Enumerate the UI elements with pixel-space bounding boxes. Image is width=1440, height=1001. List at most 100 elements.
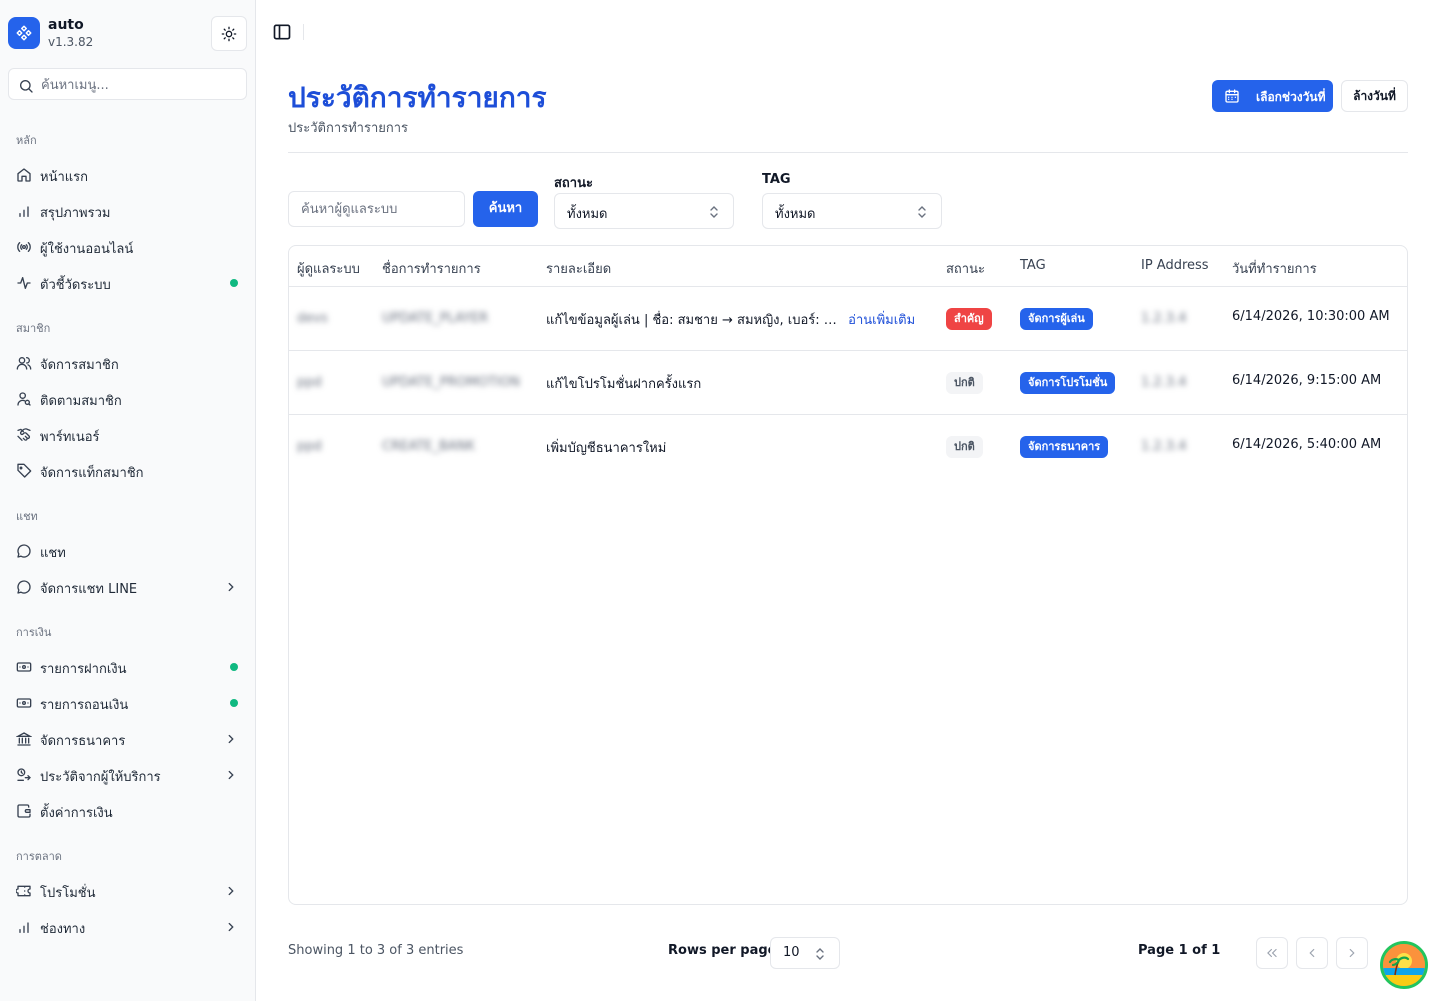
sidebar-item-line-chat[interactable]: จัดการแชท LINE xyxy=(8,571,248,603)
status-dot xyxy=(230,279,238,287)
radio-icon xyxy=(17,242,31,252)
previous-page-button[interactable] xyxy=(1296,937,1328,969)
status-select[interactable]: ทั้งหมด xyxy=(554,193,734,229)
sidebar-item-online-users[interactable]: ผู้ใช้งานออนไลน์ xyxy=(8,231,248,263)
sidebar-item-deposits[interactable]: รายการฝากเงิน xyxy=(8,651,248,683)
sidebar-item-manage-members[interactable]: จัดการสมาชิก xyxy=(8,347,248,379)
chevrons-left-icon xyxy=(1267,948,1277,958)
sidebar-item-overview[interactable]: สรุปภาพรวม xyxy=(8,195,248,227)
tag-badge: จัดการธนาคาร xyxy=(1020,436,1109,458)
chevrons-up-down-icon xyxy=(918,206,926,218)
menu-search[interactable] xyxy=(8,68,247,100)
sidebar-item-promotions[interactable]: โปรโมชั่น xyxy=(8,875,248,907)
action-cell: UPDATE_PLAYER xyxy=(382,311,489,326)
chevron-right-icon xyxy=(228,770,234,780)
avatar[interactable] xyxy=(1380,941,1428,989)
sidebar-item-label: จัดการแชท LINE xyxy=(40,582,138,597)
tag-select-value: ทั้งหมด xyxy=(775,207,816,222)
sidebar-item-member-tags[interactable]: จัดการแท็กสมาชิก xyxy=(8,455,248,487)
calendar-icon xyxy=(1225,89,1239,103)
transactions-table: ผู้ดูแลระบบ ชื่อการทำรายการ รายละเอียด ส… xyxy=(288,245,1408,905)
sidebar-item-track-members[interactable]: ติดตามสมาชิก xyxy=(8,383,248,415)
date-cell: 6/14/2026, 5:40:00 AM xyxy=(1232,437,1382,452)
admin-cell: ppd xyxy=(297,375,322,390)
ip-cell: 1.2.3.4 xyxy=(1141,311,1187,326)
status-badge: ปกติ xyxy=(946,372,983,394)
column-header-detail[interactable]: รายละเอียด xyxy=(546,258,611,279)
table-row: ppd UPDATE_PROMOTION แก้ไขโปรโมชั่นฝากคร… xyxy=(289,350,1407,414)
search-icon xyxy=(20,80,33,93)
chevron-right-icon xyxy=(1349,948,1355,958)
action-cell: CREATE_BANK xyxy=(382,439,475,454)
bar-chart-icon xyxy=(19,206,29,217)
sidebar-item-label: ช่องทาง xyxy=(40,922,86,937)
detail-cell: แก้ไขข้อมูลผู้เล่น | ชื่อ: สมชาย → สมหญิ… xyxy=(546,309,915,330)
admin-search-input[interactable] xyxy=(288,191,465,227)
search-button[interactable]: ค้นหา xyxy=(473,191,538,227)
date-range-button[interactable]: เลือกช่วงวันที่ xyxy=(1212,80,1333,112)
sidebar-item-chat[interactable]: แชท xyxy=(8,535,248,567)
sidebar-item-banks[interactable]: จัดการธนาคาร xyxy=(8,723,248,755)
rows-per-page-select[interactable]: 10 xyxy=(770,937,840,969)
sidebar-item-label: จัดการแท็กสมาชิก xyxy=(40,466,144,481)
tag-badge: จัดการผู้เล่น xyxy=(1020,308,1093,330)
sidebar: auto v1.3.82 หลัก หน้าแรก สรุปภาพรวม ผู้… xyxy=(0,0,256,1001)
menu-search-input[interactable] xyxy=(41,75,241,95)
sidebar-item-system-metrics[interactable]: ตัวชี้วัดระบบ xyxy=(8,267,248,299)
brand: auto v1.3.82 xyxy=(8,16,248,52)
sidebar-item-label: ตั้งค่าการเงิน xyxy=(40,806,113,821)
column-header-ip[interactable]: IP Address xyxy=(1141,258,1209,273)
sidebar-item-channels[interactable]: ช่องทาง xyxy=(8,911,248,943)
sidebar-item-label: ตัวชี้วัดระบบ xyxy=(40,278,111,293)
section-label-marketing: การตลาด xyxy=(16,850,62,863)
detail-cell: เพิ่มบัญชีธนาคารใหม่ xyxy=(546,441,667,456)
theme-toggle-button[interactable] xyxy=(211,16,247,51)
chevron-right-icon xyxy=(228,922,234,932)
column-header-action[interactable]: ชื่อการทำรายการ xyxy=(382,258,481,279)
provider-history-icon xyxy=(17,768,31,781)
sidebar-item-label: จัดการสมาชิก xyxy=(40,358,119,373)
bar-chart-icon xyxy=(19,922,29,933)
status-dot xyxy=(230,699,238,707)
page-info: Page 1 of 1 xyxy=(1138,943,1221,958)
action-cell: UPDATE_PROMOTION xyxy=(382,375,520,390)
column-header-date[interactable]: วันที่ทำรายการ xyxy=(1232,258,1317,279)
bank-icon xyxy=(16,732,32,746)
sidebar-item-withdrawals[interactable]: รายการถอนเงิน xyxy=(8,687,248,719)
page-title: ประวัติการทำรายการ xyxy=(288,81,547,114)
sidebar-item-label: รายการถอนเงิน xyxy=(40,698,129,713)
chevron-left-icon xyxy=(1309,948,1315,958)
clear-date-button[interactable]: ล้างวันที่ xyxy=(1341,80,1408,112)
column-header-status[interactable]: สถานะ xyxy=(946,258,985,279)
sidebar-item-home[interactable]: หน้าแรก xyxy=(8,159,248,191)
first-page-button[interactable] xyxy=(1256,937,1288,969)
admin-cell: ppd xyxy=(297,439,322,454)
sidebar-item-finance-settings[interactable]: ตั้งค่าการเงิน xyxy=(8,795,248,827)
users-icon xyxy=(16,357,32,370)
status-badge: สำคัญ xyxy=(946,308,992,330)
next-page-button[interactable] xyxy=(1336,937,1368,969)
sidebar-item-label: ประวัติจากผู้ให้บริการ xyxy=(40,770,161,785)
section-label-members: สมาชิก xyxy=(16,322,51,335)
read-more-link[interactable]: อ่านเพิ่มเติม xyxy=(848,309,915,330)
topbar-separator xyxy=(303,24,304,40)
message-circle-icon xyxy=(17,580,31,594)
sun-icon xyxy=(221,26,237,41)
sidebar-item-provider-history[interactable]: ประวัติจากผู้ให้บริการ xyxy=(8,759,248,791)
sidebar-item-partners[interactable]: พาร์ทเนอร์ xyxy=(8,419,248,451)
chevron-right-icon xyxy=(228,582,234,592)
admin-cell: devs xyxy=(297,311,328,326)
sidebar-item-label: จัดการธนาคาร xyxy=(40,734,126,749)
date-cell: 6/14/2026, 9:15:00 AM xyxy=(1232,373,1382,388)
app-logo-icon xyxy=(8,17,40,49)
home-icon xyxy=(17,168,31,182)
tag-badge: จัดการโปรโมชั่น xyxy=(1020,372,1116,394)
sidebar-toggle-icon[interactable] xyxy=(272,22,292,42)
sidebar-item-label: ผู้ใช้งานออนไลน์ xyxy=(40,242,134,257)
withdraw-icon xyxy=(16,698,32,708)
column-header-admin[interactable]: ผู้ดูแลระบบ xyxy=(297,258,360,279)
activity-icon xyxy=(17,277,31,289)
date-range-button-label: เลือกช่วงวันที่ xyxy=(1256,90,1326,104)
tag-select[interactable]: ทั้งหมด xyxy=(762,193,942,229)
column-header-tag[interactable]: TAG xyxy=(1020,258,1046,273)
